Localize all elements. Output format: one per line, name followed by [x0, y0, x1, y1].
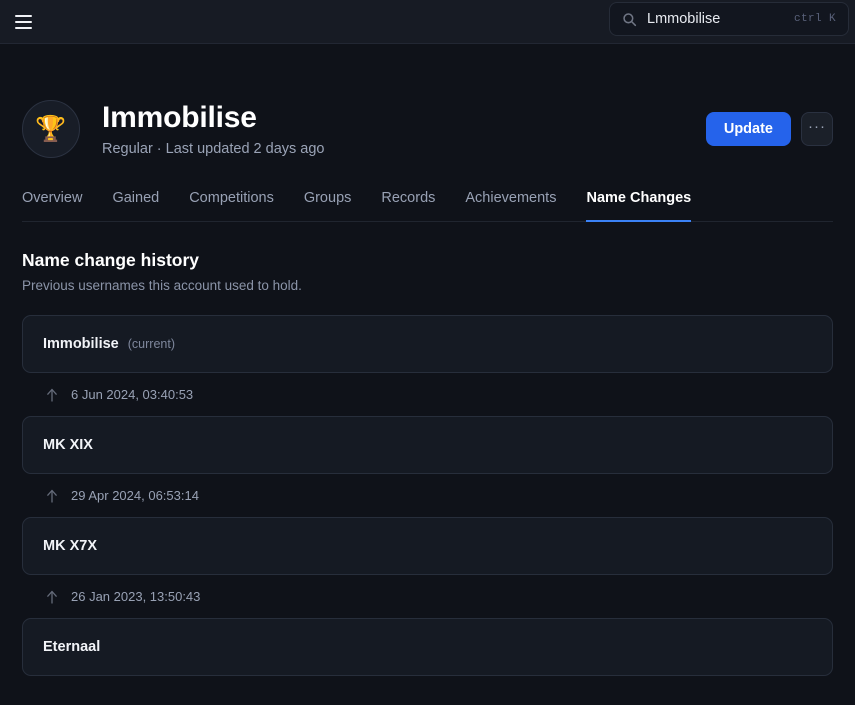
name-change-date: 26 Jan 2023, 13:50:43 [71, 589, 201, 604]
page-content: 🏆 Immobilise Regular · Last updated 2 da… [0, 44, 855, 676]
name-change-transition: 29 Apr 2024, 06:53:14 [22, 474, 833, 517]
name-card-name: Immobilise [43, 336, 119, 352]
list-item[interactable]: MK X7X [22, 517, 833, 575]
search-shortcut-hint: ctrl K [793, 13, 836, 25]
header-actions: Update ··· [705, 112, 833, 146]
list-item[interactable]: Immobilise (current) [22, 315, 833, 373]
section-title: Name change history [22, 250, 199, 270]
name-card-name: Eternaal [43, 639, 101, 655]
hamburger-bar [14, 20, 32, 23]
name-card-name: MK X7X [43, 538, 97, 554]
profile-header: 🏆 Immobilise Regular · Last updated 2 da… [22, 44, 833, 158]
page-title: Immobilise [102, 101, 257, 135]
tab-overview[interactable]: Overview [22, 190, 82, 222]
arrow-up-icon [46, 590, 58, 604]
profile-identity: Immobilise Regular · Last updated 2 days… [102, 101, 706, 157]
hamburger-bar [14, 26, 32, 29]
arrow-up-icon [46, 388, 58, 402]
avatar: 🏆 [22, 100, 80, 158]
list-item[interactable]: MK XIX [22, 416, 833, 474]
search-box[interactable]: Lmmobilise ctrl K [609, 2, 849, 36]
tab-competitions[interactable]: Competitions [189, 190, 274, 222]
name-change-date: 6 Jun 2024, 03:40:53 [71, 387, 194, 402]
name-card-name: MK XIX [43, 437, 93, 453]
tab-groups[interactable]: Groups [304, 190, 352, 222]
hamburger-menu-icon[interactable] [10, 9, 36, 35]
name-change-transition: 6 Jun 2024, 03:40:53 [22, 373, 833, 416]
tab-name-changes[interactable]: Name Changes [586, 190, 692, 222]
top-bar: Lmmobilise ctrl K [0, 0, 855, 44]
name-change-date: 29 Apr 2024, 06:53:14 [71, 488, 199, 503]
search-input[interactable]: Lmmobilise [647, 11, 794, 27]
hamburger-bar [14, 14, 32, 17]
search-icon [622, 12, 637, 27]
trophy-icon: 🏆 [35, 114, 67, 143]
arrow-up-icon [46, 489, 58, 503]
tab-achievements[interactable]: Achievements [465, 190, 556, 222]
update-button[interactable]: Update [705, 112, 791, 146]
name-change-transition: 26 Jan 2023, 13:50:43 [22, 575, 833, 618]
more-options-button[interactable]: ··· [801, 112, 833, 146]
current-badge: (current) [127, 337, 175, 351]
profile-meta: Regular · Last updated 2 days ago [102, 140, 325, 157]
list-item[interactable]: Eternaal [22, 618, 833, 676]
tab-gained[interactable]: Gained [112, 190, 159, 222]
profile-tabs: Overview Gained Competitions Groups Reco… [22, 190, 833, 222]
name-change-history-list: Immobilise (current) 6 Jun 2024, 03:40:5… [22, 315, 833, 676]
tab-records[interactable]: Records [381, 190, 435, 222]
section-subtitle: Previous usernames this account used to … [22, 278, 302, 293]
